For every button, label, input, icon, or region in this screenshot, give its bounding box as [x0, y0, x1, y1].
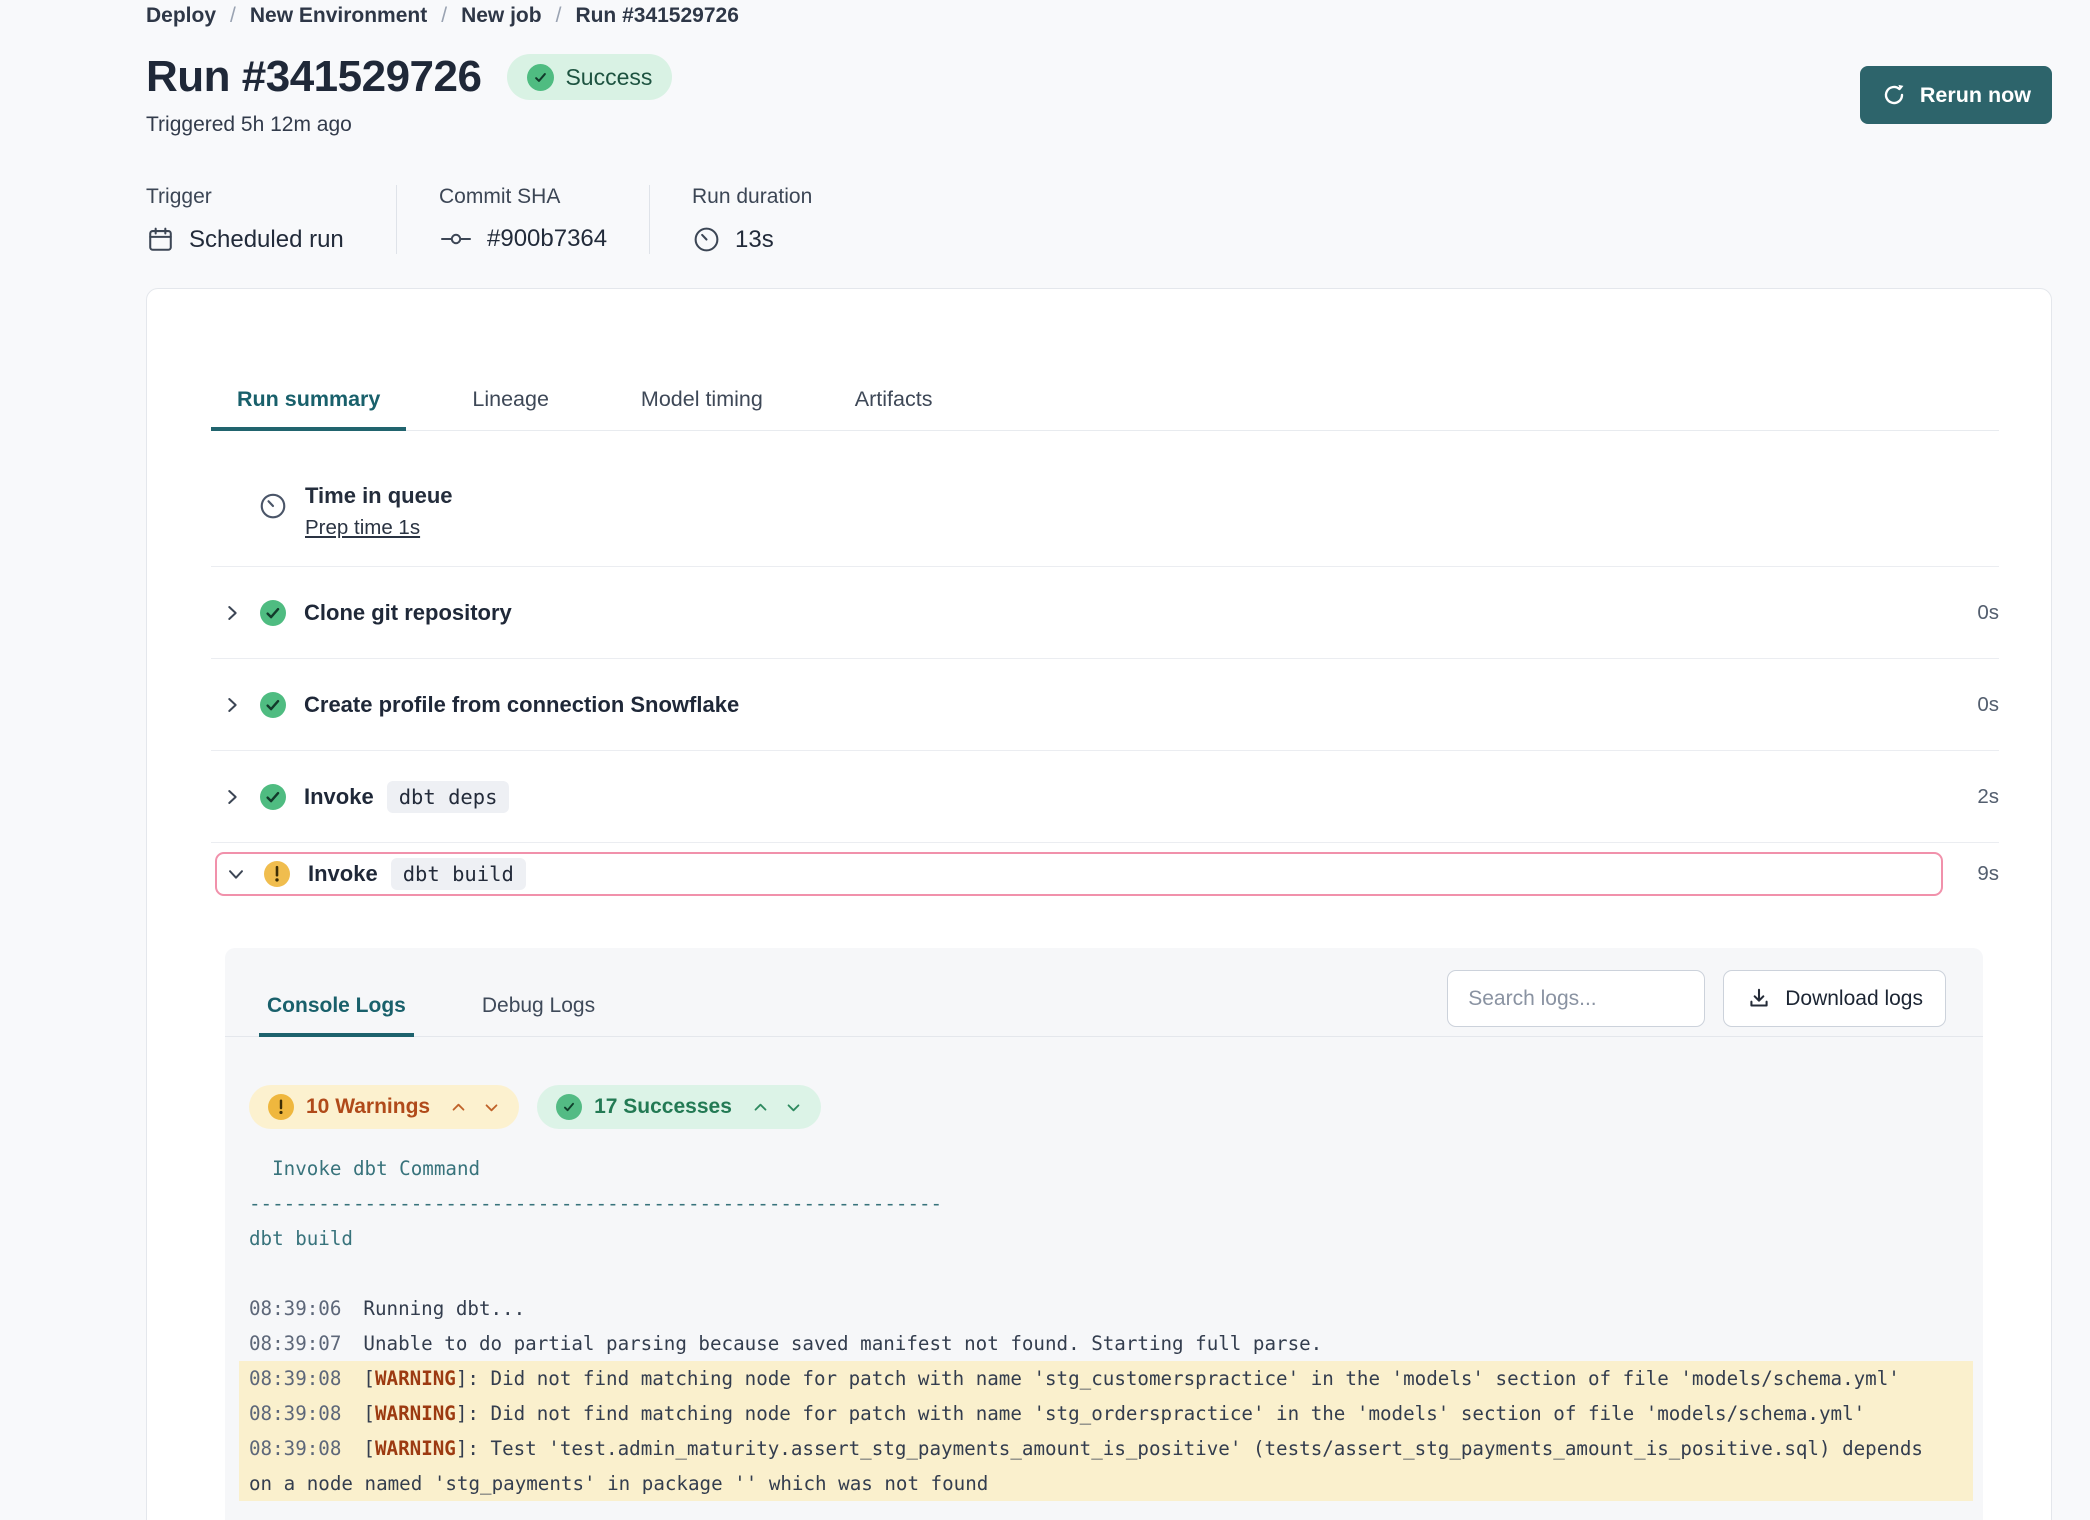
step-command-chip: dbt deps: [387, 781, 510, 813]
download-icon: [1746, 986, 1772, 1012]
log-line-warning: 08:39:08[WARNING]: Did not find matching…: [239, 1361, 1973, 1396]
run-duration-value: 13s: [735, 226, 774, 254]
log-line-blank: [239, 1256, 1973, 1291]
search-logs-input[interactable]: [1447, 970, 1705, 1027]
prep-time-link[interactable]: Prep time 1s: [305, 516, 420, 540]
calendar-icon: [146, 225, 175, 254]
triggered-text: Triggered 5h 12m ago: [146, 113, 672, 137]
time-in-queue-section: Time in queue Prep time 1s: [211, 431, 1999, 567]
download-logs-button[interactable]: Download logs: [1723, 970, 1946, 1027]
success-circle-icon: [259, 783, 287, 811]
run-tabs: Run summary Lineage Model timing Artifac…: [211, 289, 1999, 431]
previous-success-chevron-up-icon[interactable]: [752, 1099, 769, 1116]
successes-badge: 17 Successes: [537, 1085, 821, 1129]
log-line-warning: 08:39:08[WARNING]: Test 'test.admin_matu…: [239, 1431, 1973, 1466]
run-summary-card: Run summary Lineage Model timing Artifac…: [146, 288, 2052, 1520]
warnings-badge: 10 Warnings: [249, 1085, 519, 1129]
log-header: Console Logs Debug Logs Download logs: [225, 948, 1983, 1037]
step-row-create-profile[interactable]: Create profile from connection Snowflake…: [211, 659, 1999, 751]
commit-sha-label: Commit SHA: [439, 185, 609, 209]
run-meta: Trigger Scheduled run Commit SHA #900b73…: [146, 185, 2052, 254]
step-duration: 2s: [1943, 785, 1999, 809]
run-duration-label: Run duration: [692, 185, 812, 209]
download-logs-label: Download logs: [1785, 987, 1923, 1011]
success-circle-icon: [259, 691, 287, 719]
chevron-right-icon[interactable]: [221, 602, 245, 624]
breadcrumb: Deploy / New Environment / New job / Run…: [146, 4, 2052, 28]
rerun-now-label: Rerun now: [1920, 83, 2031, 108]
tab-run-summary[interactable]: Run summary: [211, 387, 406, 431]
log-line-warning: 08:39:08[WARNING]: Did not find matching…: [239, 1396, 1973, 1431]
step-duration: 9s: [1943, 862, 1999, 886]
breadcrumb-separator: /: [441, 4, 447, 28]
run-detail-page: Deploy / New Environment / New job / Run…: [0, 0, 2090, 1520]
chevron-right-icon[interactable]: [221, 694, 245, 716]
next-success-chevron-down-icon[interactable]: [785, 1099, 802, 1116]
warning-circle-icon: [263, 860, 291, 888]
success-check-icon: [556, 1094, 582, 1120]
next-warning-chevron-down-icon[interactable]: [483, 1099, 500, 1116]
commit-sha-value: #900b7364: [487, 225, 607, 253]
breadcrumb-deploy[interactable]: Deploy: [146, 4, 216, 28]
chevron-down-icon[interactable]: [225, 863, 249, 885]
console-log-output: Invoke dbt Command ---------------------…: [249, 1151, 1963, 1501]
rerun-now-button[interactable]: Rerun now: [1860, 66, 2052, 124]
tab-debug-logs[interactable]: Debug Logs: [474, 994, 603, 1037]
log-line: 08:39:07Unable to do partial parsing bec…: [239, 1326, 1973, 1361]
log-separator-line: ----------------------------------------…: [239, 1186, 1973, 1221]
step-row-dbt-build[interactable]: Invoke dbt build 9s: [211, 852, 1999, 896]
chevron-right-icon[interactable]: [221, 786, 245, 808]
step-title: Clone git repository: [304, 600, 512, 626]
log-badges: 10 Warnings 17 Successes: [249, 1085, 1983, 1129]
breadcrumb-job[interactable]: New job: [461, 4, 542, 28]
breadcrumb-environment[interactable]: New Environment: [250, 4, 427, 28]
warnings-badge-label: 10 Warnings: [306, 1095, 430, 1119]
status-badge-label: Success: [565, 64, 652, 91]
log-line-warning-continuation: on a node named 'stg_payments' in packag…: [239, 1466, 1973, 1501]
log-panel: Console Logs Debug Logs Download logs: [225, 948, 1983, 1520]
successes-badge-label: 17 Successes: [594, 1095, 732, 1119]
tab-artifacts[interactable]: Artifacts: [829, 387, 959, 431]
success-circle-icon: [259, 599, 287, 627]
trigger-value: Scheduled run: [189, 226, 344, 254]
status-badge: Success: [507, 54, 672, 100]
tab-console-logs[interactable]: Console Logs: [259, 994, 414, 1037]
tab-lineage[interactable]: Lineage: [446, 387, 575, 431]
step-title: Invoke: [304, 784, 374, 810]
page-title: Run #341529726: [146, 52, 481, 102]
header: Run #341529726 Success Triggered 5h 12m …: [146, 52, 2052, 137]
refresh-icon: [1881, 82, 1907, 108]
log-line: dbt build: [239, 1221, 1973, 1256]
step-row-dbt-deps[interactable]: Invoke dbt deps 2s: [211, 751, 1999, 843]
breadcrumb-separator: /: [556, 4, 562, 28]
previous-warning-chevron-up-icon[interactable]: [450, 1099, 467, 1116]
success-check-icon: [527, 64, 554, 91]
time-in-queue-title: Time in queue: [305, 483, 453, 509]
step-row-clone-git[interactable]: Clone git repository 0s: [211, 567, 1999, 659]
step-title: Create profile from connection Snowflake: [304, 692, 739, 718]
git-commit-icon: [439, 227, 473, 251]
tab-model-timing[interactable]: Model timing: [615, 387, 789, 431]
trigger-label: Trigger: [146, 185, 356, 209]
step-title: Invoke: [308, 861, 378, 887]
warning-icon: [268, 1094, 294, 1120]
log-line: 08:39:06Running dbt...: [239, 1291, 1973, 1326]
clock-icon: [692, 225, 721, 254]
step-duration: 0s: [1943, 693, 1999, 717]
step-duration: 0s: [1943, 601, 1999, 625]
step-command-chip: dbt build: [391, 858, 526, 890]
log-line: Invoke dbt Command: [239, 1151, 1973, 1186]
stopwatch-icon: [258, 483, 288, 540]
breadcrumb-separator: /: [230, 4, 236, 28]
breadcrumb-run: Run #341529726: [575, 4, 738, 28]
